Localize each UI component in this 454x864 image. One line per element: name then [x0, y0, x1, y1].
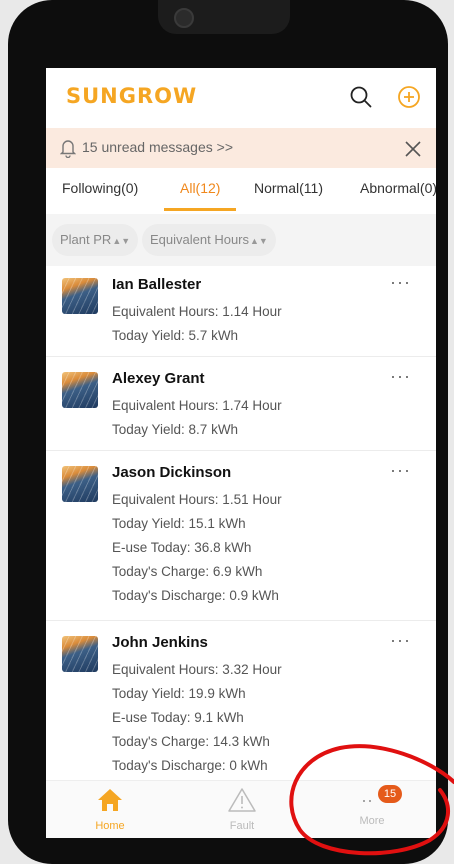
tab-normal[interactable]: Normal(11): [254, 180, 323, 196]
unread-messages-link[interactable]: 15 unread messages >>: [82, 139, 233, 155]
solar-panel-thumbnail: [62, 466, 98, 502]
plant-card[interactable]: Jason Dickinson Equivalent Hours: 1.51 H…: [46, 454, 436, 621]
bell-icon: [60, 140, 76, 158]
nav-fault-label: Fault: [229, 820, 255, 832]
app-header: SUNGROW: [46, 68, 436, 124]
tab-following[interactable]: Following(0): [62, 180, 138, 196]
plant-more-options-icon[interactable]: ···: [390, 272, 411, 293]
sort-equivalent-hours-chip[interactable]: Equivalent Hours▲▼: [142, 224, 276, 256]
plant-name: Jason Dickinson: [112, 464, 232, 481]
plant-stat: Today's Discharge: 0.9 kWh: [112, 588, 279, 603]
plant-more-options-icon[interactable]: ···: [390, 630, 411, 651]
solar-panel-thumbnail: [62, 278, 98, 314]
more-icon: ··: [361, 790, 373, 810]
plant-card[interactable]: John Jenkins Equivalent Hours: 3.32 Hour…: [46, 624, 436, 790]
home-icon: [98, 789, 122, 811]
plant-name: Alexey Grant: [112, 370, 205, 387]
sort-plant-pr-label: Plant PR: [60, 232, 112, 247]
plant-stat: E-use Today: 36.8 kWh: [112, 540, 252, 555]
active-tab-indicator: [164, 208, 236, 211]
search-icon[interactable]: [348, 84, 374, 110]
tabs-scroll-area: Following(0) All(12) Normal(11) Abnormal…: [46, 168, 436, 214]
warning-icon: [228, 788, 256, 812]
plant-more-options-icon[interactable]: ···: [390, 460, 411, 481]
phone-frame: SUNGROW 15 unread messages >> Following(…: [8, 0, 448, 864]
solar-panel-thumbnail: [62, 636, 98, 672]
plant-stat: Equivalent Hours: 1.51 Hour: [112, 492, 282, 507]
plant-stat: Equivalent Hours: 1.14 Hour: [112, 304, 282, 319]
bottom-navigation: Home Fault ·· 15 More: [46, 780, 436, 838]
nav-more-label: More: [359, 815, 385, 827]
plant-stat: E-use Today: 9.1 kWh: [112, 710, 244, 725]
plant-stat: Today Yield: 8.7 kWh: [112, 422, 239, 437]
plant-card[interactable]: Ian Ballester Equivalent Hours: 1.14 Hou…: [46, 266, 436, 357]
plant-stat: Today Yield: 5.7 kWh: [112, 328, 239, 343]
plant-stat: Today's Charge: 6.9 kWh: [112, 564, 263, 579]
plant-card[interactable]: Alexey Grant Equivalent Hours: 1.74 Hour…: [46, 360, 436, 451]
tab-all[interactable]: All(12): [180, 180, 220, 196]
close-icon[interactable]: [402, 138, 424, 160]
plant-name: John Jenkins: [112, 634, 208, 651]
add-circle-icon[interactable]: [396, 84, 422, 110]
plant-stat: Equivalent Hours: 1.74 Hour: [112, 398, 282, 413]
plant-stat: Today Yield: 15.1 kWh: [112, 516, 246, 531]
nav-home[interactable]: Home: [70, 787, 150, 832]
camera-icon: [174, 8, 194, 28]
app-screen: SUNGROW 15 unread messages >> Following(…: [46, 68, 436, 838]
notification-badge: 15: [378, 785, 402, 803]
nav-more[interactable]: ·· 15 More: [332, 785, 412, 827]
plant-stat: Equivalent Hours: 3.32 Hour: [112, 662, 282, 677]
sort-equivalent-hours-label: Equivalent Hours: [150, 232, 249, 247]
nav-fault[interactable]: Fault: [202, 787, 282, 832]
plant-name: Ian Ballester: [112, 276, 202, 293]
solar-panel-thumbnail: [62, 372, 98, 408]
sort-filters: Plant PR▲▼ Equivalent Hours▲▼: [46, 214, 436, 266]
plant-stat: Today's Charge: 14.3 kWh: [112, 734, 270, 749]
plant-stat: Today Yield: 19.9 kWh: [112, 686, 246, 701]
plant-filter-tabs: Following(0) All(12) Normal(11) Abnormal…: [46, 168, 436, 215]
plant-stat: Today's Discharge: 0 kWh: [112, 758, 268, 773]
sort-arrows-icon: ▲▼: [250, 236, 268, 246]
sort-plant-pr-chip[interactable]: Plant PR▲▼: [52, 224, 139, 256]
plant-more-options-icon[interactable]: ···: [390, 366, 411, 387]
sort-arrows-icon: ▲▼: [112, 236, 131, 246]
phone-notch: [158, 0, 290, 34]
sungrow-logo: SUNGROW: [66, 84, 198, 108]
unread-messages-banner[interactable]: 15 unread messages >>: [46, 128, 436, 168]
nav-home-label: Home: [95, 820, 125, 832]
tab-abnormal[interactable]: Abnormal(0): [360, 180, 436, 196]
